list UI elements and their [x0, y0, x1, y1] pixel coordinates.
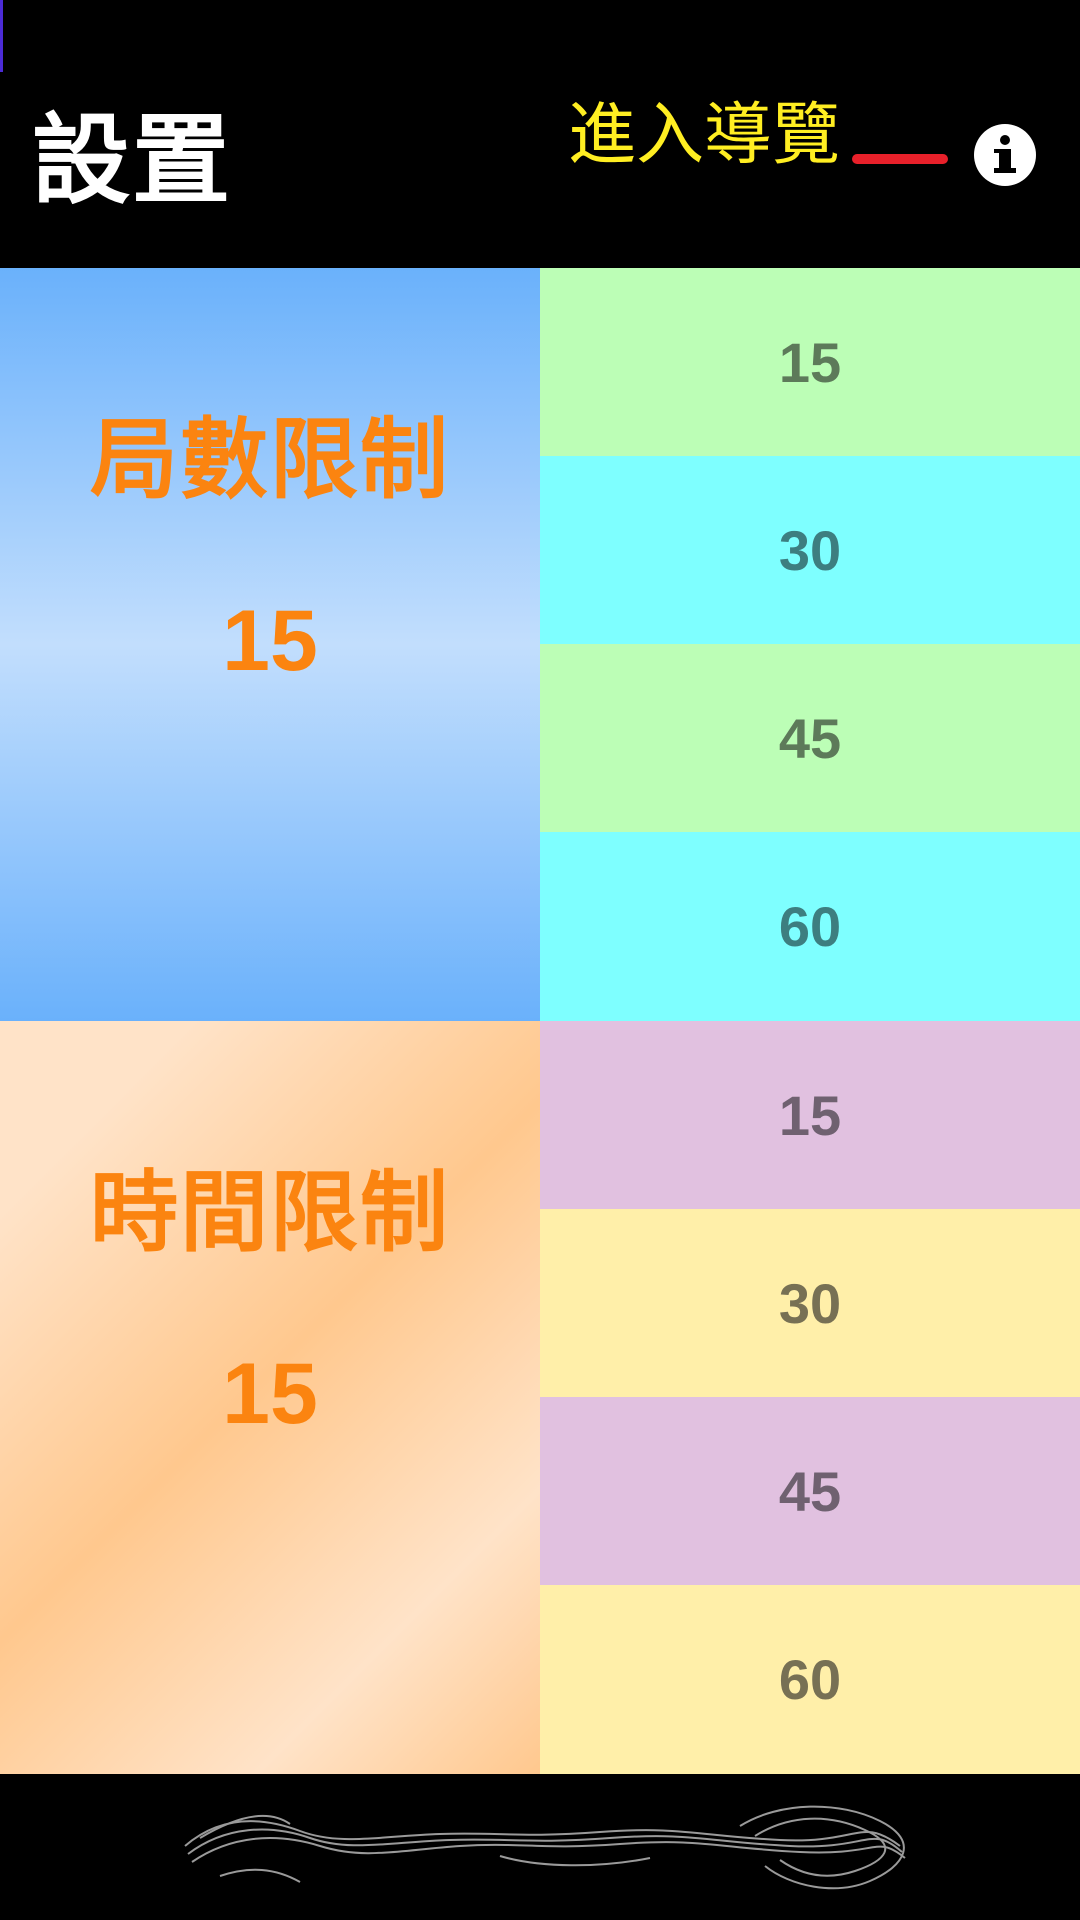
rounds-limit-value: 15 — [222, 593, 318, 689]
rounds-option-45[interactable]: 45 — [540, 644, 1080, 832]
time-option-45[interactable]: 45 — [540, 1397, 1080, 1585]
footer — [0, 1774, 1080, 1920]
signature-scribble — [184, 1805, 906, 1890]
time-limit-options: 15 30 45 60 — [540, 1021, 1080, 1774]
time-limit-value: 15 — [222, 1346, 318, 1442]
info-icon-base — [994, 168, 1016, 173]
status-indicator — [0, 0, 3, 72]
time-option-15[interactable]: 15 — [540, 1021, 1080, 1209]
header: 設置 進入導覽 — [0, 72, 1080, 268]
rounds-limit-label: 局數限制 — [89, 408, 450, 511]
enter-tour-link[interactable]: 進入導覽 — [568, 102, 840, 170]
rounds-limit-section: 局數限制 15 15 30 45 60 — [0, 268, 1080, 1021]
rounds-option-30[interactable]: 30 — [540, 456, 1080, 644]
rounds-option-60[interactable]: 60 — [540, 832, 1080, 1021]
rounds-limit-panel: 局數限制 15 — [0, 268, 540, 1021]
status-bar — [0, 0, 1080, 72]
settings-screen: 設置 進入導覽 局數限制 15 15 30 45 60 時間限制 15 15 3… — [0, 0, 1080, 1920]
page-title: 設置 — [32, 104, 233, 218]
rounds-limit-options: 15 30 45 60 — [540, 268, 1080, 1021]
time-limit-panel: 時間限制 15 — [0, 1021, 540, 1774]
time-limit-section: 時間限制 15 15 30 45 60 — [0, 1021, 1080, 1774]
rounds-option-15[interactable]: 15 — [540, 268, 1080, 456]
info-icon[interactable] — [974, 124, 1036, 186]
info-icon-dot — [1000, 135, 1010, 145]
time-option-60[interactable]: 60 — [540, 1585, 1080, 1774]
time-option-30[interactable]: 30 — [540, 1209, 1080, 1397]
tour-indicator-line — [852, 154, 948, 164]
time-limit-label: 時間限制 — [89, 1161, 450, 1264]
